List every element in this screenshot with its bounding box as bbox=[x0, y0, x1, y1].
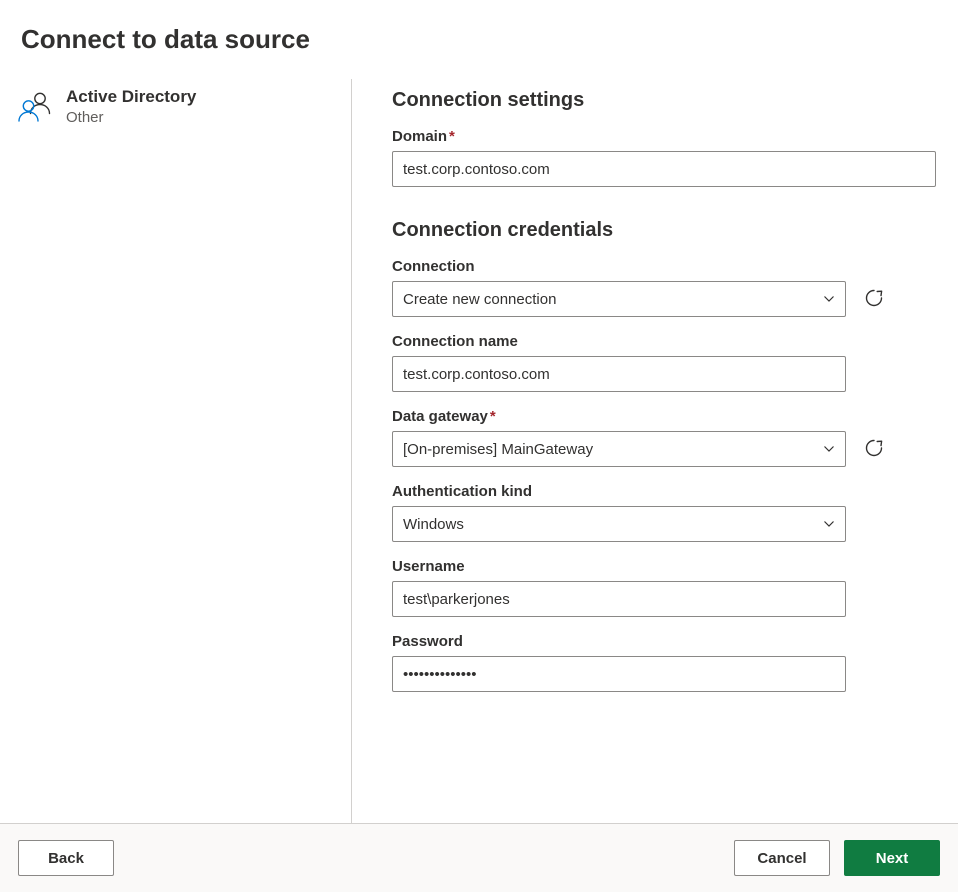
page-title: Connect to data source bbox=[0, 0, 958, 79]
domain-input[interactable] bbox=[392, 151, 936, 187]
connection-name-field: Connection name bbox=[392, 333, 936, 392]
connection-field: Connection Create new connection bbox=[392, 258, 936, 317]
data-gateway-select-value: [On-premises] MainGateway bbox=[403, 441, 593, 458]
next-button[interactable]: Next bbox=[844, 840, 940, 876]
footer-right: Cancel Next bbox=[734, 840, 940, 876]
connection-name-input[interactable] bbox=[392, 356, 846, 392]
username-label: Username bbox=[392, 558, 936, 575]
sidebar-item-title: Active Directory bbox=[66, 87, 196, 107]
required-asterisk: * bbox=[449, 128, 455, 145]
domain-field: Domain* bbox=[392, 128, 936, 187]
chevron-down-icon bbox=[823, 293, 835, 305]
people-icon bbox=[16, 87, 54, 127]
sidebar-item-active-directory[interactable]: Active Directory Other bbox=[8, 83, 351, 131]
connection-credentials-heading: Connection credentials bbox=[392, 219, 936, 242]
data-gateway-select[interactable]: [On-premises] MainGateway bbox=[392, 431, 846, 467]
connection-refresh-button[interactable] bbox=[860, 285, 888, 313]
sidebar: Active Directory Other bbox=[0, 79, 352, 823]
refresh-icon bbox=[864, 438, 884, 461]
content-area: Active Directory Other Connection settin… bbox=[0, 79, 958, 823]
domain-label: Domain* bbox=[392, 128, 936, 145]
chevron-down-icon bbox=[823, 518, 835, 530]
authentication-kind-select-value: Windows bbox=[403, 516, 464, 533]
authentication-kind-select[interactable]: Windows bbox=[392, 506, 846, 542]
sidebar-item-text: Active Directory Other bbox=[66, 87, 196, 126]
connection-settings-heading: Connection settings bbox=[392, 89, 936, 112]
data-gateway-refresh-button[interactable] bbox=[860, 435, 888, 463]
data-gateway-label: Data gateway* bbox=[392, 408, 936, 425]
cancel-button[interactable]: Cancel bbox=[734, 840, 830, 876]
connection-select[interactable]: Create new connection bbox=[392, 281, 846, 317]
password-label: Password bbox=[392, 633, 936, 650]
refresh-icon bbox=[864, 288, 884, 311]
data-gateway-field: Data gateway* [On-premises] MainGateway bbox=[392, 408, 936, 467]
required-asterisk: * bbox=[490, 408, 496, 425]
main-panel: Connection settings Domain* Connection c… bbox=[352, 79, 958, 823]
connection-label: Connection bbox=[392, 258, 936, 275]
authentication-kind-label: Authentication kind bbox=[392, 483, 936, 500]
authentication-kind-field: Authentication kind Windows bbox=[392, 483, 936, 542]
sidebar-item-subtitle: Other bbox=[66, 109, 196, 126]
chevron-down-icon bbox=[823, 443, 835, 455]
back-button[interactable]: Back bbox=[18, 840, 114, 876]
footer: Back Cancel Next bbox=[0, 823, 958, 892]
username-field: Username bbox=[392, 558, 936, 617]
connection-select-value: Create new connection bbox=[403, 291, 556, 308]
password-input[interactable] bbox=[392, 656, 846, 692]
username-input[interactable] bbox=[392, 581, 846, 617]
connection-name-label: Connection name bbox=[392, 333, 936, 350]
password-field: Password bbox=[392, 633, 936, 692]
